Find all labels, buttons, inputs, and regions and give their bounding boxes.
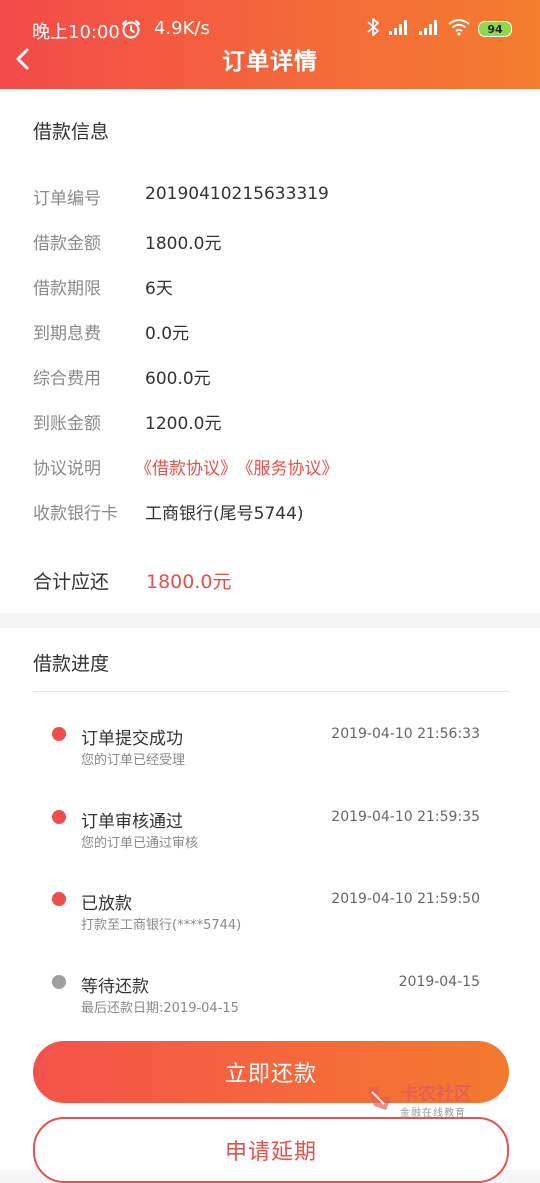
agreement-links: 《借款协议》 《服务协议》 xyxy=(135,454,339,479)
step-time: 2019-04-10 21:56:33 xyxy=(331,726,480,742)
service-agreement-link[interactable]: 《服务协议》 xyxy=(245,459,339,479)
app-header: 晚上10:00 4.9K/s 94 订单详情 xyxy=(0,0,540,89)
total-due-value: 1800.0元 xyxy=(146,571,232,593)
order-number-value: 20190410215633319 xyxy=(145,184,329,204)
battery-indicator: 94 xyxy=(478,21,512,37)
step-title: 等待还款 xyxy=(81,977,149,997)
bank-card-label: 收款银行卡 xyxy=(33,504,118,524)
loan-info-title: 借款信息 xyxy=(33,121,110,143)
received-amount-label: 到账金额 xyxy=(33,414,101,434)
progress-divider xyxy=(33,691,509,692)
page-title: 订单详情 xyxy=(222,49,318,75)
received-amount-value: 1200.0元 xyxy=(145,414,222,434)
status-time: 晚上10:00 xyxy=(32,22,120,43)
network-speed: 4.9K/s xyxy=(154,18,210,39)
step-time: 2019-04-15 xyxy=(398,974,480,990)
service-fee-label: 综合费用 xyxy=(33,369,101,389)
apply-extension-button[interactable]: 申请延期 xyxy=(33,1117,509,1183)
loan-info-card: 借款信息 订单编号 20190410215633319 借款金额 1800.0元… xyxy=(0,89,540,613)
alarm-clock-icon xyxy=(120,18,142,40)
loan-amount-value: 1800.0元 xyxy=(145,234,222,254)
step-time: 2019-04-10 21:59:50 xyxy=(331,891,480,907)
step-subtitle: 打款至工商银行(****5744) xyxy=(81,918,242,933)
signal-icon xyxy=(388,18,410,40)
step-subtitle: 最后还款日期:2019-04-15 xyxy=(81,1001,239,1016)
service-fee-value: 600.0元 xyxy=(145,369,211,389)
step-title: 已放款 xyxy=(81,894,132,914)
progress-title: 借款进度 xyxy=(33,653,110,675)
step-subtitle: 您的订单已通过审核 xyxy=(81,836,199,851)
bank-card-value: 工商银行(尾号5744) xyxy=(145,504,304,524)
interest-fee-label: 到期息费 xyxy=(33,324,101,344)
watermark: 卡农社区 金融在线教育 xyxy=(360,1080,520,1120)
signal-hd-icon xyxy=(418,18,440,40)
bluetooth-icon xyxy=(366,17,380,41)
step-status-dot xyxy=(52,727,66,741)
total-due-label: 合计应还 xyxy=(33,571,110,593)
interest-fee-value: 0.0元 xyxy=(145,324,190,344)
agreement-label: 协议说明 xyxy=(33,459,101,479)
step-title: 订单提交成功 xyxy=(81,729,183,749)
watermark-name: 卡农社区 xyxy=(400,1084,472,1105)
step-title: 订单审核通过 xyxy=(81,812,183,832)
watermark-sub: 金融在线教育 xyxy=(400,1108,466,1119)
loan-term-label: 借款期限 xyxy=(33,279,101,299)
step-status-dot xyxy=(52,892,66,906)
watermark-logo-icon xyxy=(364,1082,396,1118)
step-status-dot xyxy=(52,810,66,824)
step-time: 2019-04-10 21:59:35 xyxy=(331,809,480,825)
loan-term-value: 6天 xyxy=(145,279,173,299)
step-subtitle: 您的订单已经受理 xyxy=(81,753,186,768)
loan-amount-label: 借款金额 xyxy=(33,234,101,254)
step-status-dot xyxy=(52,975,66,989)
wifi-icon xyxy=(448,18,470,40)
loan-agreement-link[interactable]: 《借款协议》 xyxy=(135,459,237,479)
order-number-label: 订单编号 xyxy=(33,189,101,209)
status-icons: 94 xyxy=(366,18,512,40)
